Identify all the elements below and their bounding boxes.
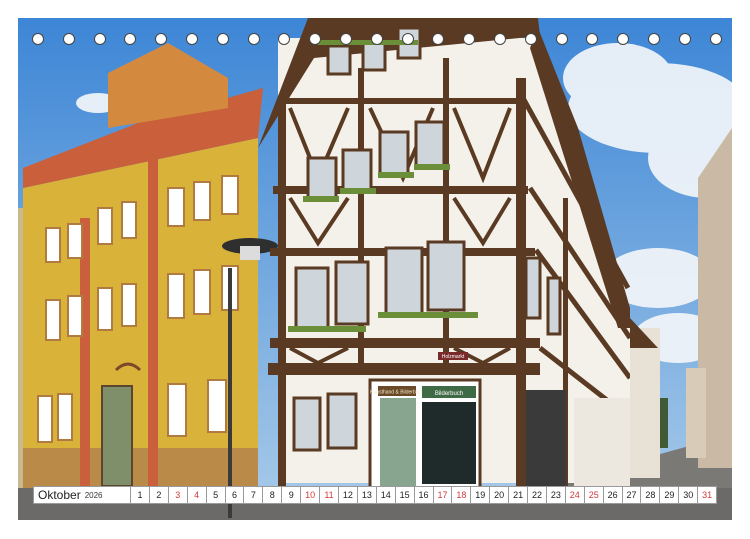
day-cell: 16 xyxy=(414,486,434,504)
month-cell: Oktober 2026 xyxy=(33,486,131,504)
street-photo: Kunsthand & Bilderbuch Bilderbuch Holzma… xyxy=(18,18,732,520)
day-cell: 5 xyxy=(206,486,226,504)
day-cell: 19 xyxy=(471,486,491,504)
day-cell: 29 xyxy=(660,486,680,504)
day-cell: 18 xyxy=(452,486,472,504)
day-cell: 13 xyxy=(357,486,377,504)
day-cell: 3 xyxy=(168,486,188,504)
day-cell: 10 xyxy=(301,486,321,504)
day-cell: 12 xyxy=(338,486,358,504)
year: 2026 xyxy=(84,490,103,500)
day-cell: 17 xyxy=(433,486,453,504)
day-cell: 1 xyxy=(131,486,150,504)
day-cell: 22 xyxy=(528,486,547,504)
day-cell: 26 xyxy=(603,486,623,504)
shop-sign-right: Bilderbuch xyxy=(435,391,463,397)
month-name: Oktober xyxy=(38,488,81,502)
day-cell: 20 xyxy=(490,486,510,504)
day-cell: 28 xyxy=(641,486,661,504)
day-cell: 24 xyxy=(565,486,585,504)
shop-sign-left: Kunsthand & Bilderbuch xyxy=(370,390,424,396)
day-cell: 7 xyxy=(244,486,264,504)
day-cell: 4 xyxy=(187,486,207,504)
day-cell: 21 xyxy=(509,486,529,504)
street-sign: Holzmarkt xyxy=(442,354,465,360)
day-cell: 27 xyxy=(622,486,642,504)
day-cell: 2 xyxy=(149,486,169,504)
day-cell: 23 xyxy=(546,486,566,504)
day-cell: 9 xyxy=(282,486,302,504)
day-cell: 11 xyxy=(320,486,339,504)
day-cell: 15 xyxy=(395,486,415,504)
calendar-photo: Kunsthand & Bilderbuch Bilderbuch Holzma… xyxy=(18,18,732,520)
day-cell: 30 xyxy=(679,486,699,504)
calendar-strip: Oktober 2026 1 2 3 4 5 6 7 8 9 10 11 12 13 14 15 16 17 18… xyxy=(33,486,718,504)
day-cells: 1 2 3 4 5 6 7 8 9 10 11 12 13 14 15 16 17 18 19 20 21 22 23 24 2… xyxy=(131,486,718,504)
day-cell: 6 xyxy=(225,486,245,504)
day-cell: 25 xyxy=(584,486,604,504)
day-cell: 31 xyxy=(698,486,718,504)
day-cell: 8 xyxy=(263,486,283,504)
day-cell: 14 xyxy=(376,486,396,504)
